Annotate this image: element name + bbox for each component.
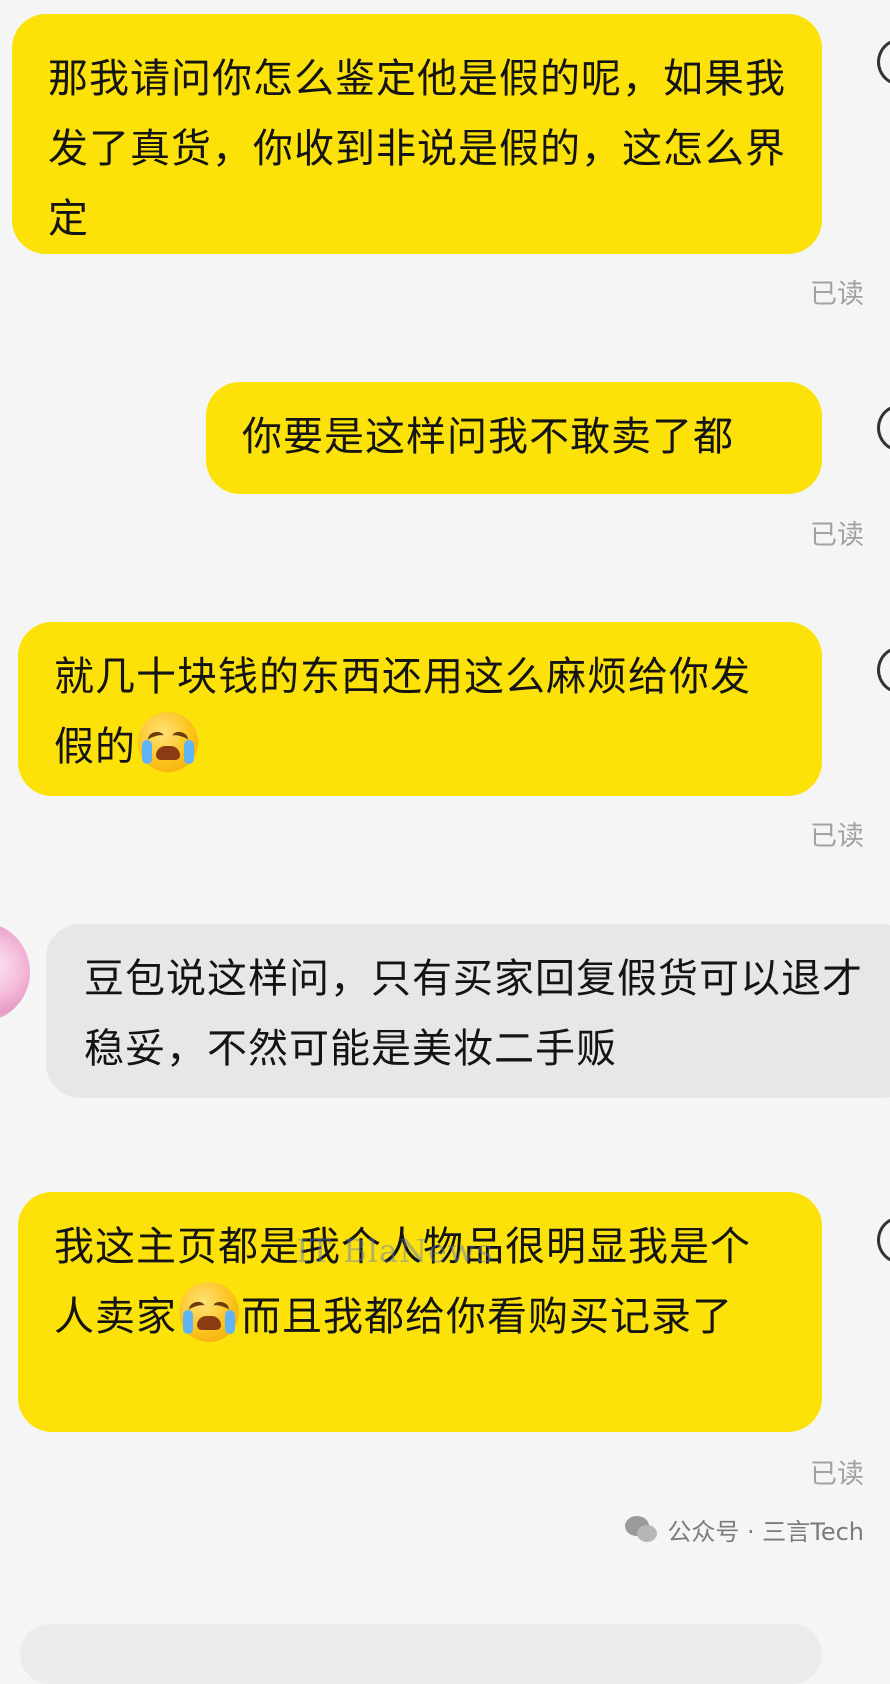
message-bubble-sent[interactable]: 那我请问你怎么鉴定他是假的呢，如果我发了真货，你收到非说是假的，这怎么界定 [12,14,822,254]
watermark: IT BlaNews [296,1232,494,1270]
avatar-edge [877,1216,890,1264]
message-text: 豆包说这样问，只有买家回复假货可以退才稳妥，不然可能是美妆二手贩 [84,956,863,1072]
message-text-tail: 而且我都给你看购买记录了 [241,1294,733,1340]
message-bubble-sent[interactable]: 就几十块钱的东西还用这么麻烦给你发假的 [18,622,822,796]
message-text: 你要是这样问我不敢卖了都 [242,414,734,460]
crying-face-emoji-icon [179,1282,239,1342]
message-bubble-sent[interactable]: 我这主页都是我个人物品很明显我是个人卖家 而且我都给你看购买记录了 [18,1192,822,1432]
source-attribution: 公众号 · 三言Tech [625,1512,864,1547]
avatar-edge [877,646,890,694]
avatar-edge [877,38,890,86]
message-text: 那我请问你怎么鉴定他是假的呢，如果我发了真货，你收到非说是假的，这怎么界定 [48,56,786,242]
message-bubble-received[interactable]: 豆包说这样问，只有买家回复假货可以退才稳妥，不然可能是美妆二手贩 [46,924,890,1098]
avatar-edge [877,404,890,452]
wechat-icon [625,1515,659,1544]
crying-face-emoji-icon [138,712,198,772]
account-name: 公众号 · 三言Tech [667,1518,864,1546]
message-bubble-partial [20,1624,822,1684]
read-status: 已读 [810,279,864,310]
message-bubble-sent[interactable]: 你要是这样问我不敢卖了都 [206,382,822,494]
contact-avatar[interactable] [0,922,30,1022]
read-status: 已读 [810,520,864,551]
read-status: 已读 [810,1459,864,1490]
read-status: 已读 [810,821,864,852]
